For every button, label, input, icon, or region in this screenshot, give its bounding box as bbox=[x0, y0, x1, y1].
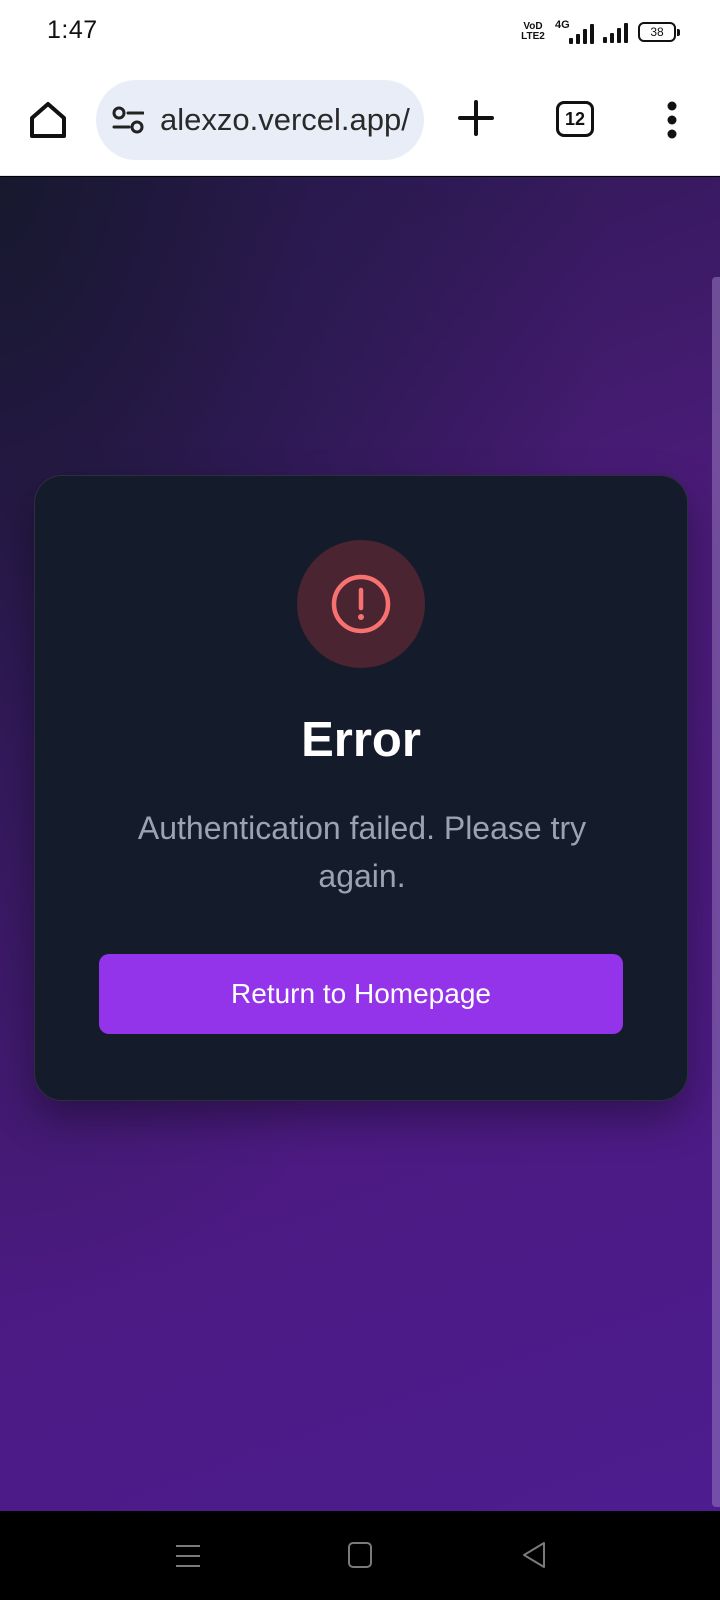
return-to-homepage-button[interactable]: Return to Homepage bbox=[99, 954, 623, 1034]
more-vert-icon bbox=[667, 101, 677, 139]
error-icon-badge bbox=[297, 540, 425, 668]
error-message: Authentication failed. Please try again. bbox=[137, 810, 587, 894]
volte-icon: VoD LTE2 bbox=[521, 21, 545, 42]
tab-switcher-button[interactable]: 12 bbox=[556, 101, 594, 137]
status-icons: VoD LTE2 4G 38 bbox=[521, 18, 680, 46]
signal-strength-icon bbox=[603, 21, 628, 43]
new-tab-button[interactable] bbox=[456, 98, 496, 138]
recent-apps-icon[interactable] bbox=[174, 1542, 202, 1570]
url-text[interactable]: alexzo.vercel.app/ bbox=[160, 102, 410, 138]
status-bar: 1:47 VoD LTE2 4G 38 bbox=[0, 0, 720, 64]
address-bar[interactable]: alexzo.vercel.app/ bbox=[96, 80, 424, 160]
status-time: 1:47 bbox=[47, 16, 98, 44]
exclamation-circle-icon bbox=[331, 574, 391, 634]
tune-icon[interactable] bbox=[112, 106, 144, 134]
page-content: Error Authentication failed. Please try … bbox=[0, 177, 720, 1511]
network-type-label: 4G bbox=[555, 19, 570, 31]
menu-button[interactable] bbox=[654, 100, 690, 140]
back-icon[interactable] bbox=[520, 1540, 548, 1570]
error-title: Error bbox=[301, 713, 421, 767]
page-scrollbar[interactable] bbox=[712, 277, 720, 1507]
system-navigation-bar bbox=[0, 1512, 720, 1600]
error-card: Error Authentication failed. Please try … bbox=[34, 475, 688, 1101]
battery-icon: 38 bbox=[638, 22, 680, 42]
nav-home-icon[interactable] bbox=[348, 1542, 372, 1568]
plus-icon bbox=[458, 100, 494, 136]
home-button[interactable] bbox=[26, 98, 70, 142]
home-icon bbox=[30, 102, 66, 138]
browser-toolbar: alexzo.vercel.app/ 12 bbox=[0, 64, 720, 176]
mobile-data-signal-icon: 4G bbox=[555, 19, 594, 45]
